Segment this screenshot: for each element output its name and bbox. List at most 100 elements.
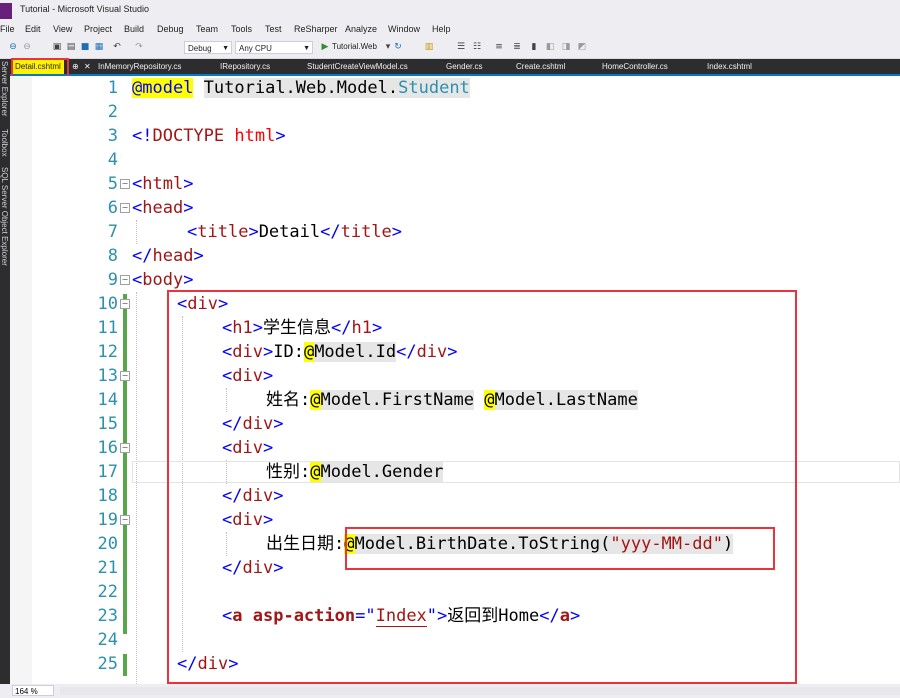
line-number: 18	[97, 486, 118, 506]
code-token: <	[132, 270, 143, 290]
collapse-icon[interactable]: −	[120, 179, 130, 189]
code-token: >	[183, 198, 194, 218]
code-token: <	[132, 174, 143, 194]
tab-create-cshtml[interactable]: Create.cshtml	[516, 59, 565, 74]
zoom-level-value: 164 %	[15, 687, 38, 696]
model-namespace: Tutorial.Web.Model.	[203, 78, 399, 98]
menu-tools[interactable]: Tools	[231, 24, 252, 34]
code-token: >	[275, 126, 286, 146]
code-editor[interactable]: 1 2 3 4 5 6 7 8 9 10 11 12 13 14 15 16 1…	[10, 76, 900, 684]
menu-analyze[interactable]: Analyze	[345, 24, 377, 34]
run-dropdown-icon[interactable]: ▾	[383, 42, 393, 53]
line-number: 4	[107, 150, 118, 170]
line-number: 9	[107, 270, 118, 290]
code-token: >	[183, 270, 194, 290]
tab-gender[interactable]: Gender.cs	[446, 59, 482, 74]
solution-platform-value: Any CPU	[239, 44, 272, 53]
code-token: head	[152, 246, 194, 266]
code-token: title	[197, 222, 249, 242]
code-token: >	[248, 222, 259, 242]
menu-test[interactable]: Test	[265, 24, 282, 34]
new-project-icon[interactable]: ▣	[52, 42, 62, 53]
menu-resharper[interactable]: ReSharper	[294, 24, 338, 34]
line-number: 6	[107, 198, 118, 218]
line-number: 11	[97, 318, 118, 338]
model-type: Student	[398, 78, 470, 98]
zoom-level-select[interactable]: 164 %	[12, 685, 54, 696]
collapse-icon[interactable]: −	[120, 275, 130, 285]
bookmark-icon[interactable]: ▮	[529, 42, 539, 53]
line-number: 8	[107, 246, 118, 266]
menu-project[interactable]: Project	[84, 24, 112, 34]
line-number: 2	[107, 102, 118, 122]
solution-configuration-select[interactable]: Debug ▼	[184, 41, 232, 54]
tab-studentcreateviewmodel[interactable]: StudentCreateViewModel.cs	[307, 59, 408, 74]
clear-bookmarks-icon[interactable]: ◩	[577, 42, 587, 53]
collapse-icon[interactable]: −	[120, 299, 130, 309]
collapse-icon[interactable]: −	[120, 515, 130, 525]
line-number: 20	[97, 534, 118, 554]
tab-irepository[interactable]: IRepository.cs	[220, 59, 270, 74]
format-icon[interactable]: ☰	[456, 42, 466, 53]
line-number: 22	[97, 582, 118, 602]
code-token: >	[193, 246, 204, 266]
code-token: <	[187, 222, 198, 242]
server-explorer-tab[interactable]: Server Explorer	[0, 61, 9, 117]
code-line-3: <!DOCTYPE html>	[132, 124, 286, 148]
indent-guide	[136, 292, 137, 684]
code-token: head	[142, 198, 184, 218]
line-number: 25	[97, 654, 118, 674]
format-selection-icon[interactable]: ☷	[472, 42, 482, 53]
menu-help[interactable]: Help	[432, 24, 451, 34]
redo-icon[interactable]: ↷	[134, 42, 144, 53]
forward-icon[interactable]: ⊖	[22, 42, 32, 53]
collapse-icon[interactable]: −	[120, 203, 130, 213]
save-icon[interactable]: ■	[80, 42, 90, 53]
start-target-label[interactable]: Tutorial.Web	[332, 42, 377, 51]
side-panel-strip: Server Explorer Toolbox SQL Server Objec…	[0, 59, 10, 684]
menu-window[interactable]: Window	[388, 24, 420, 34]
menu-build[interactable]: Build	[124, 24, 144, 34]
save-all-icon[interactable]: ▦	[94, 42, 104, 53]
indent-guide	[136, 220, 137, 244]
line-number: 3	[107, 126, 118, 146]
comment-icon[interactable]: ≡	[494, 42, 504, 53]
title-bar: Tutorial - Microsoft Visual Studio	[0, 0, 900, 22]
menu-edit[interactable]: Edit	[25, 24, 41, 34]
open-file-icon[interactable]: ▤	[66, 42, 76, 53]
pin-icon[interactable]: ⊕	[72, 59, 79, 74]
tab-homecontroller[interactable]: HomeController.cs	[602, 59, 668, 74]
change-indicator-bar	[123, 294, 127, 634]
code-line-6: <head>	[132, 196, 193, 220]
solution-platform-select[interactable]: Any CPU ▼	[235, 41, 313, 54]
uncomment-icon[interactable]: ≣	[512, 42, 522, 53]
chevron-down-icon: ▼	[222, 45, 229, 52]
window-title: Tutorial - Microsoft Visual Studio	[20, 4, 150, 14]
birthdate-expression-highlight-box	[345, 527, 775, 570]
menu-team[interactable]: Team	[196, 24, 218, 34]
start-debugging-icon[interactable]: ▶	[320, 42, 330, 53]
undo-icon[interactable]: ↶	[112, 42, 122, 53]
menu-debug[interactable]: Debug	[157, 24, 184, 34]
line-number: 15	[97, 414, 118, 434]
code-token: >	[183, 174, 194, 194]
prev-bookmark-icon[interactable]: ◧	[545, 42, 555, 53]
toolbox-tab[interactable]: Toolbox	[0, 129, 9, 157]
close-icon[interactable]: ✕	[84, 59, 91, 74]
collapse-icon[interactable]: −	[120, 443, 130, 453]
tab-index-cshtml[interactable]: Index.cshtml	[707, 59, 752, 74]
collapse-icon[interactable]: −	[120, 371, 130, 381]
menu-file[interactable]: File	[0, 24, 15, 34]
refresh-icon[interactable]: ↻	[393, 42, 403, 53]
browser-link-icon[interactable]: ▥	[424, 42, 434, 53]
horizontal-scrollbar[interactable]	[60, 687, 900, 695]
code-line-5: <html>	[132, 172, 193, 196]
next-bookmark-icon[interactable]: ◨	[561, 42, 571, 53]
menu-view[interactable]: View	[53, 24, 72, 34]
tab-inmemoryrepository[interactable]: InMemoryRepository.cs	[98, 59, 181, 74]
line-number: 14	[97, 390, 118, 410]
back-icon[interactable]: ⊖	[8, 42, 18, 53]
sql-server-object-explorer-tab[interactable]: SQL Server Object Explorer	[0, 167, 9, 266]
line-number: 1	[107, 78, 118, 98]
